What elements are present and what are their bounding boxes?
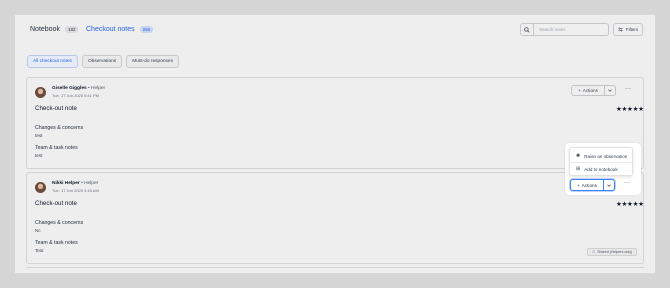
chevron-down-icon[interactable] [605,86,615,95]
actions-label: Actions [581,182,597,188]
actions-button-open[interactable]: + Actions [570,179,615,191]
plus-icon: + [577,182,580,188]
team-value: test [35,153,43,158]
note-card: Nikki Helper • Helper Tue, 17 Jun 2025 9… [26,172,644,264]
search-placeholder: Search notes [539,27,566,32]
menu-item-add-to-notebook[interactable]: ⊞ Add to notebook [576,166,618,172]
tab-notebook[interactable]: Notebook 182 [30,26,79,33]
actions-label: Actions [582,88,598,93]
shared-label: Shared (Helpers only) [597,250,633,254]
subtab-must-do-responses[interactable]: Must-do responses [126,55,179,68]
author: Nikki Helper • Helper [52,181,98,186]
note-date: Tue, 17 Jun 2025 5:41 PM [52,93,99,98]
tab-notebook-count: 182 [64,26,79,33]
note-date: Tue, 17 Jun 2025 9:15 AM [52,188,99,193]
note-card: Giselle Giggles • Helper Tue, 17 Jun 202… [26,77,644,169]
tab-checkout-notes-label: Checkout notes [86,26,135,33]
filters-label: Filters [625,27,639,32]
rating-stars: ★★★★★ [616,201,644,208]
filters-button[interactable]: Filters [613,23,643,36]
rating-stars: ★★★★★ [616,106,644,113]
notebook-add-icon: ⊞ [576,166,581,172]
changes-value: test [35,133,43,138]
plus-icon: + [578,88,581,93]
search-icon[interactable] [521,24,534,35]
note-title: Check-out note [35,105,77,112]
changes-label: Changes & concerns [35,125,84,131]
subtab-all-checkout-notes[interactable]: All checkout notes [27,55,78,68]
more-icon[interactable]: ··· [622,179,632,191]
avatar [35,87,46,98]
notes-panel: Notebook 182 Checkout notes 256 Search n… [15,15,655,273]
more-icon[interactable]: ··· [623,85,633,96]
chevron-down-icon[interactable] [604,180,614,190]
team-label: Team & task notes [35,145,78,151]
actions-menu: ✺ Raise an observation ⊞ Add to notebook [569,147,633,176]
users-icon: ⚇ [592,250,596,254]
menu-item-raise-observation[interactable]: ✺ Raise an observation [576,153,627,159]
search-input[interactable]: Search notes [520,23,609,36]
author-role: • Helper [88,86,106,91]
actions-button[interactable]: + Actions [571,85,616,96]
subtab-observations[interactable]: Observations [81,55,123,68]
note-title: Check-out note [35,200,77,207]
actions-main[interactable]: + Actions [571,180,604,190]
author-name: Giselle Giggles [52,86,87,91]
menu-item-label: Add to notebook [584,166,618,172]
header: Notebook 182 Checkout notes 256 Search n… [15,15,655,45]
author-role: • Helper [81,181,99,186]
tab-checkout-notes[interactable]: Checkout notes 256 [86,26,154,33]
subtabs: All checkout notes Observations Must-do … [27,55,179,68]
team-value: Test [35,248,44,253]
avatar [35,182,46,193]
tab-notebook-label: Notebook [30,26,60,33]
team-label: Team & task notes [35,240,78,246]
menu-item-label: Raise an observation [584,153,628,159]
author: Giselle Giggles • Helper [52,86,105,91]
shared-badge: ⚇ Shared (Helpers only) [587,248,638,256]
divider [26,267,644,268]
tab-checkout-notes-count: 256 [139,26,154,33]
sparkle-icon: ✺ [576,153,581,159]
menu-divider [570,162,632,163]
changes-label: Changes & concerns [35,220,84,226]
author-name: Nikki Helper [52,181,80,186]
changes-value: Nc [35,228,41,233]
filters-icon [618,27,623,32]
actions-main[interactable]: + Actions [572,86,605,95]
